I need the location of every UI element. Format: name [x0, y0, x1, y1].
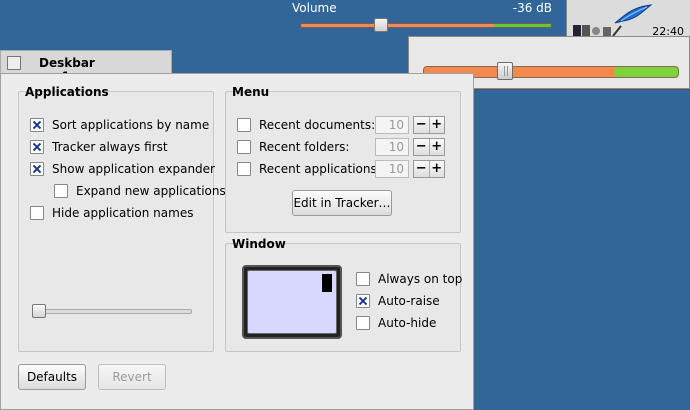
- plus-icon[interactable]: +: [430, 117, 445, 133]
- recent-applications-stepper[interactable]: − +: [413, 160, 445, 178]
- show-expander-option[interactable]: Show application expander: [30, 160, 215, 178]
- expand-new-option[interactable]: Expand new applications: [54, 182, 226, 200]
- recent-applications-checkbox[interactable]: [237, 162, 251, 176]
- show-expander-checkbox[interactable]: [30, 162, 44, 176]
- defaults-button[interactable]: Defaults: [18, 364, 86, 390]
- edit-in-tracker-button[interactable]: Edit in Tracker…: [292, 190, 392, 216]
- window-preview-icon: [242, 265, 342, 339]
- auto-hide-checkbox[interactable]: [356, 316, 370, 330]
- recent-documents-checkbox[interactable]: [237, 118, 251, 132]
- auto-raise-checkbox[interactable]: [356, 294, 370, 308]
- window-tab[interactable]: Deskbar preferences: [0, 50, 172, 84]
- minus-icon[interactable]: −: [414, 117, 430, 133]
- icon-size-rail[interactable]: [32, 309, 192, 314]
- sort-by-name-checkbox[interactable]: [30, 118, 44, 132]
- icon-size-knob[interactable]: [32, 304, 46, 318]
- recent-folders-checkbox[interactable]: [237, 140, 251, 154]
- plus-icon[interactable]: +: [430, 139, 445, 155]
- auto-raise-option[interactable]: Auto-raise: [356, 292, 440, 310]
- recent-documents-option[interactable]: Recent documents:: [237, 116, 375, 134]
- tracker-first-option[interactable]: Tracker always first: [30, 138, 168, 156]
- deskbar: 22:40: [566, 0, 690, 38]
- preview-screen: [247, 270, 337, 334]
- always-on-top-option[interactable]: Always on top: [356, 270, 462, 288]
- volume-bar[interactable]: Volume -36 dB: [292, 0, 552, 34]
- always-on-top-checkbox[interactable]: [356, 272, 370, 286]
- volume-track[interactable]: [300, 23, 552, 28]
- window-section-title: Window: [232, 237, 286, 251]
- expand-new-checkbox[interactable]: [54, 184, 68, 198]
- recent-applications-option[interactable]: Recent applications:: [237, 160, 381, 178]
- recent-folders-count[interactable]: 10: [375, 138, 409, 156]
- recent-folders-option[interactable]: Recent folders:: [237, 138, 349, 156]
- minus-icon[interactable]: −: [414, 161, 430, 177]
- recent-folders-stepper[interactable]: − +: [413, 138, 445, 156]
- close-box-icon[interactable]: [7, 56, 21, 70]
- volume-db-value: -36 dB: [512, 1, 552, 15]
- revert-button[interactable]: Revert: [98, 364, 166, 390]
- auto-hide-option[interactable]: Auto-hide: [356, 314, 436, 332]
- applications-title: Applications: [25, 85, 109, 99]
- menu-title: Menu: [232, 85, 270, 99]
- volume-thumb[interactable]: [373, 18, 388, 32]
- minus-icon[interactable]: −: [414, 139, 430, 155]
- plus-icon[interactable]: +: [430, 161, 445, 177]
- volume-label: Volume: [292, 1, 337, 15]
- preview-deskbar: [322, 274, 332, 292]
- sort-by-name-option[interactable]: Sort applications by name: [30, 116, 209, 134]
- hide-names-checkbox[interactable]: [30, 206, 44, 220]
- tracker-first-checkbox[interactable]: [30, 140, 44, 154]
- recent-documents-stepper[interactable]: − +: [413, 116, 445, 134]
- hide-names-option[interactable]: Hide application names: [30, 204, 193, 222]
- recent-documents-count[interactable]: 10: [375, 116, 409, 134]
- icon-size-slider[interactable]: [32, 304, 194, 318]
- blue-leaf-icon[interactable]: [613, 3, 653, 25]
- recent-applications-count[interactable]: 10: [375, 160, 409, 178]
- volume-popup-thumb[interactable]: [497, 62, 514, 80]
